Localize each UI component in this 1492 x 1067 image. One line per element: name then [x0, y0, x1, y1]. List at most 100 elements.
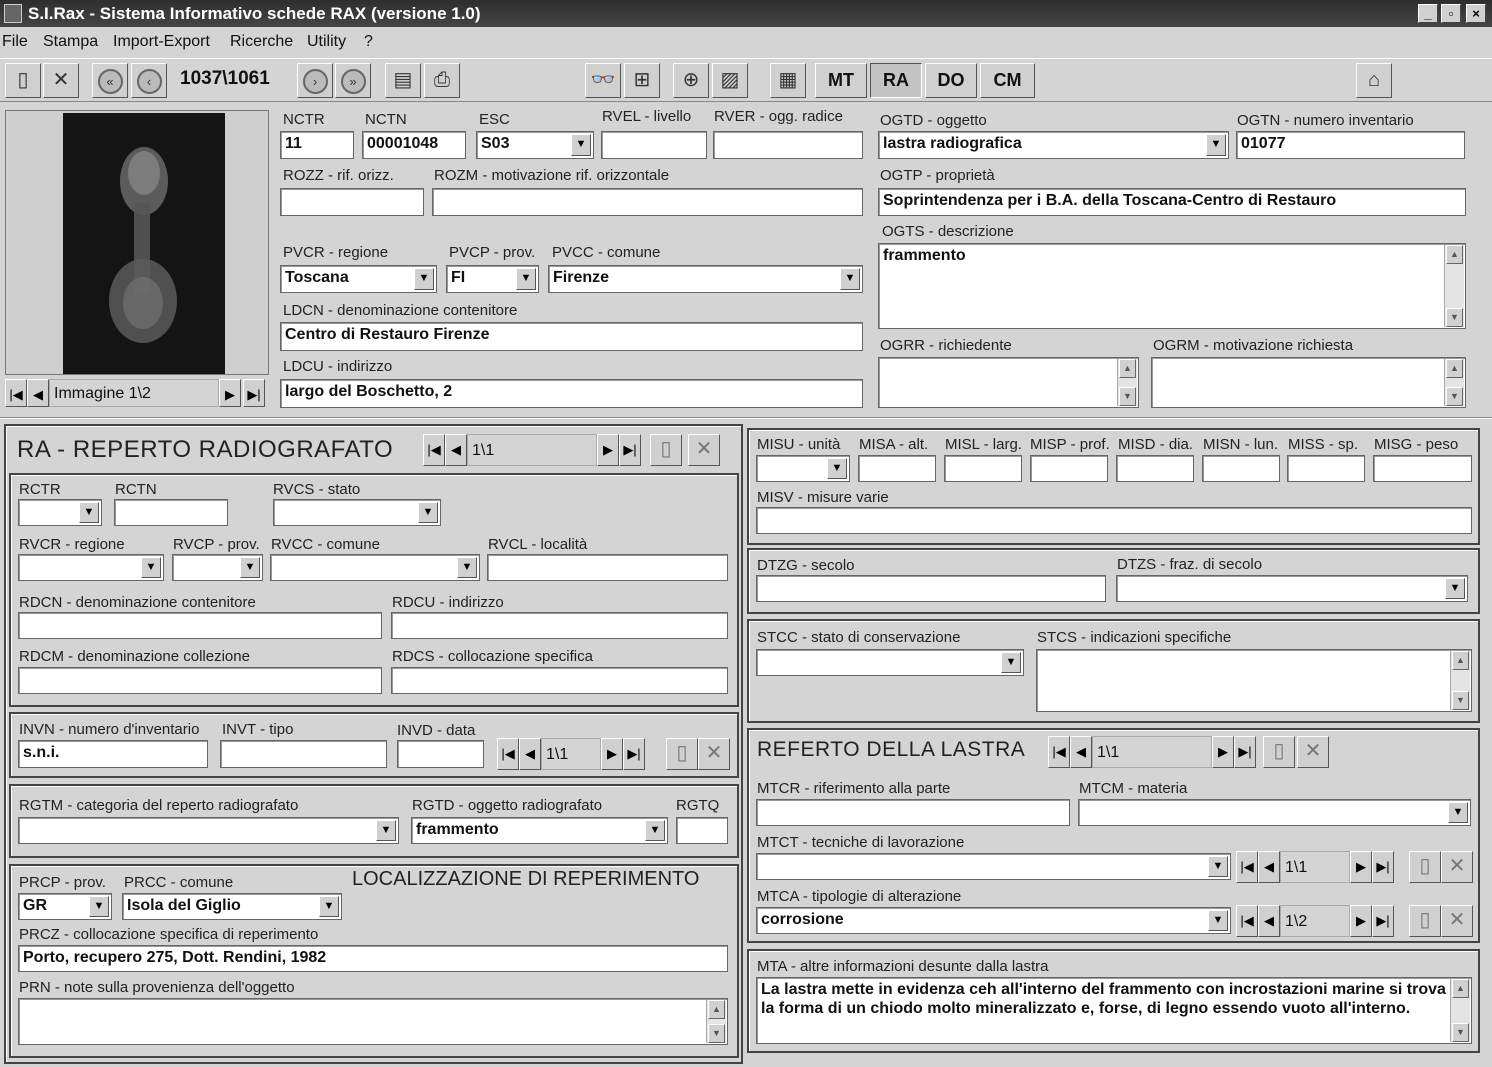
- prcp-select[interactable]: GR ▼: [18, 893, 112, 920]
- scrollbar[interactable]: ▲ ▼: [1450, 651, 1470, 710]
- dropdown-arrow-icon[interactable]: ▼: [376, 820, 396, 841]
- rdcs-field[interactable]: [391, 667, 728, 694]
- scrollbar[interactable]: ▲ ▼: [1450, 979, 1470, 1042]
- previous-record-button[interactable]: ‹: [131, 63, 167, 98]
- next-record-button[interactable]: ›: [297, 63, 333, 98]
- scrollbar[interactable]: ▲ ▼: [1444, 359, 1464, 406]
- prev-button[interactable]: ◀: [519, 738, 541, 770]
- mta-textarea[interactable]: La lastra mette in evidenza ceh all'inte…: [756, 977, 1472, 1044]
- inventory-new-button[interactable]: ▯: [666, 738, 698, 770]
- maximize-button[interactable]: ▫: [1441, 4, 1461, 23]
- rgtd-select[interactable]: frammento ▼: [411, 817, 668, 844]
- inventory-delete-button[interactable]: ✕: [698, 738, 730, 770]
- dropdown-arrow-icon[interactable]: ▼: [457, 557, 477, 578]
- miss-field[interactable]: [1287, 455, 1365, 482]
- pvcr-select[interactable]: Toscana ▼: [280, 265, 437, 293]
- rvcr-select[interactable]: ▼: [18, 554, 164, 581]
- rdcn-field[interactable]: [18, 612, 382, 639]
- search-button[interactable]: 👓: [585, 63, 621, 98]
- delete-record-button[interactable]: ✕: [43, 63, 79, 98]
- dropdown-arrow-icon[interactable]: ▼: [89, 896, 109, 917]
- dropdown-arrow-icon[interactable]: ▼: [1206, 134, 1226, 156]
- nctr-field[interactable]: 11: [280, 131, 354, 159]
- rvcp-select[interactable]: ▼: [172, 554, 263, 581]
- mtct-select[interactable]: ▼: [756, 853, 1231, 880]
- image-next-button[interactable]: ▶: [219, 379, 241, 407]
- first-button[interactable]: |◀: [497, 738, 519, 770]
- dropdown-arrow-icon[interactable]: ▼: [571, 134, 591, 156]
- minimize-button[interactable]: _: [1418, 4, 1438, 23]
- rver-field[interactable]: [713, 131, 863, 159]
- rgtm-select[interactable]: ▼: [18, 817, 399, 844]
- scroll-down-icon[interactable]: ▼: [708, 1024, 725, 1043]
- pvcc-select[interactable]: Firenze ▼: [548, 265, 863, 293]
- dropdown-arrow-icon[interactable]: ▼: [414, 268, 434, 290]
- scroll-down-icon[interactable]: ▼: [1452, 691, 1469, 710]
- dropdown-arrow-icon[interactable]: ▼: [1445, 578, 1465, 599]
- home-button[interactable]: ⌂: [1356, 63, 1392, 98]
- menu-import-export[interactable]: Import-Export: [113, 33, 210, 51]
- rozm-field[interactable]: [432, 188, 863, 216]
- dropdown-arrow-icon[interactable]: ▼: [1208, 856, 1228, 877]
- mtct-delete-button[interactable]: ✕: [1441, 851, 1473, 883]
- rgtq-field[interactable]: [676, 817, 728, 844]
- esc-select[interactable]: S03 ▼: [476, 131, 594, 159]
- dropdown-arrow-icon[interactable]: ▼: [240, 557, 260, 578]
- mtca-new-button[interactable]: ▯: [1409, 905, 1441, 937]
- tab-mt[interactable]: MT: [815, 63, 867, 98]
- prev-button[interactable]: ◀: [445, 434, 467, 466]
- last-button[interactable]: ▶|: [1372, 851, 1394, 883]
- ldcn-field[interactable]: Centro di Restauro Firenze: [280, 322, 863, 351]
- rctr-select[interactable]: ▼: [18, 499, 102, 526]
- first-button[interactable]: |◀: [1048, 736, 1070, 768]
- scroll-up-icon[interactable]: ▲: [1119, 359, 1136, 378]
- dropdown-arrow-icon[interactable]: ▼: [79, 502, 99, 523]
- ogrr-textarea[interactable]: ▲ ▼: [878, 357, 1139, 408]
- rvel-field[interactable]: [601, 131, 707, 159]
- mtca-delete-button[interactable]: ✕: [1441, 905, 1473, 937]
- menu-file[interactable]: File: [2, 33, 28, 51]
- stcs-textarea[interactable]: ▲ ▼: [1036, 649, 1472, 712]
- scroll-up-icon[interactable]: ▲: [1452, 651, 1469, 670]
- menu-utility[interactable]: Utility: [307, 33, 346, 51]
- pvcp-select[interactable]: FI ▼: [446, 265, 539, 293]
- ogtn-field[interactable]: 01077: [1236, 131, 1465, 159]
- prcc-select[interactable]: Isola del Giglio ▼: [122, 893, 342, 920]
- scroll-down-icon[interactable]: ▼: [1119, 387, 1136, 406]
- zoom-button[interactable]: ⊕: [673, 63, 709, 98]
- scroll-down-icon[interactable]: ▼: [1446, 387, 1463, 406]
- scrollbar[interactable]: ▲ ▼: [1444, 245, 1464, 327]
- next-button[interactable]: ▶: [1350, 905, 1372, 937]
- dropdown-arrow-icon[interactable]: ▼: [319, 896, 339, 917]
- rvcc-select[interactable]: ▼: [270, 554, 480, 581]
- image-button[interactable]: ▨: [712, 63, 748, 98]
- misl-field[interactable]: [944, 455, 1022, 482]
- dtzg-field[interactable]: [756, 575, 1106, 602]
- nctn-field[interactable]: 00001048: [362, 131, 466, 159]
- misv-field[interactable]: [756, 507, 1472, 534]
- rvcl-field[interactable]: [487, 554, 728, 581]
- first-button[interactable]: |◀: [1236, 851, 1258, 883]
- advanced-search-button[interactable]: ⊞: [624, 63, 660, 98]
- mtca-select[interactable]: corrosione ▼: [756, 907, 1231, 934]
- image-last-button[interactable]: ▶|: [243, 379, 265, 407]
- prev-button[interactable]: ◀: [1070, 736, 1092, 768]
- next-button[interactable]: ▶: [601, 738, 623, 770]
- menu-help[interactable]: ?: [364, 33, 373, 51]
- tab-do[interactable]: DO: [925, 63, 977, 98]
- last-button[interactable]: ▶|: [619, 434, 641, 466]
- invd-field[interactable]: [397, 740, 484, 768]
- ra-new-button[interactable]: ▯: [650, 434, 682, 466]
- last-button[interactable]: ▶|: [623, 738, 645, 770]
- radiograph-preview[interactable]: [5, 110, 269, 375]
- ogtd-select[interactable]: lastra radiografica ▼: [878, 131, 1229, 159]
- print-button[interactable]: ⎙: [424, 63, 460, 98]
- last-record-button[interactable]: »: [335, 63, 371, 98]
- prn-textarea[interactable]: ▲ ▼: [18, 998, 728, 1045]
- misa-field[interactable]: [858, 455, 936, 482]
- mtcr-field[interactable]: [756, 799, 1070, 826]
- dropdown-arrow-icon[interactable]: ▼: [827, 458, 847, 479]
- last-button[interactable]: ▶|: [1372, 905, 1394, 937]
- misu-select[interactable]: ▼: [756, 455, 850, 482]
- dtzs-select[interactable]: ▼: [1116, 575, 1468, 602]
